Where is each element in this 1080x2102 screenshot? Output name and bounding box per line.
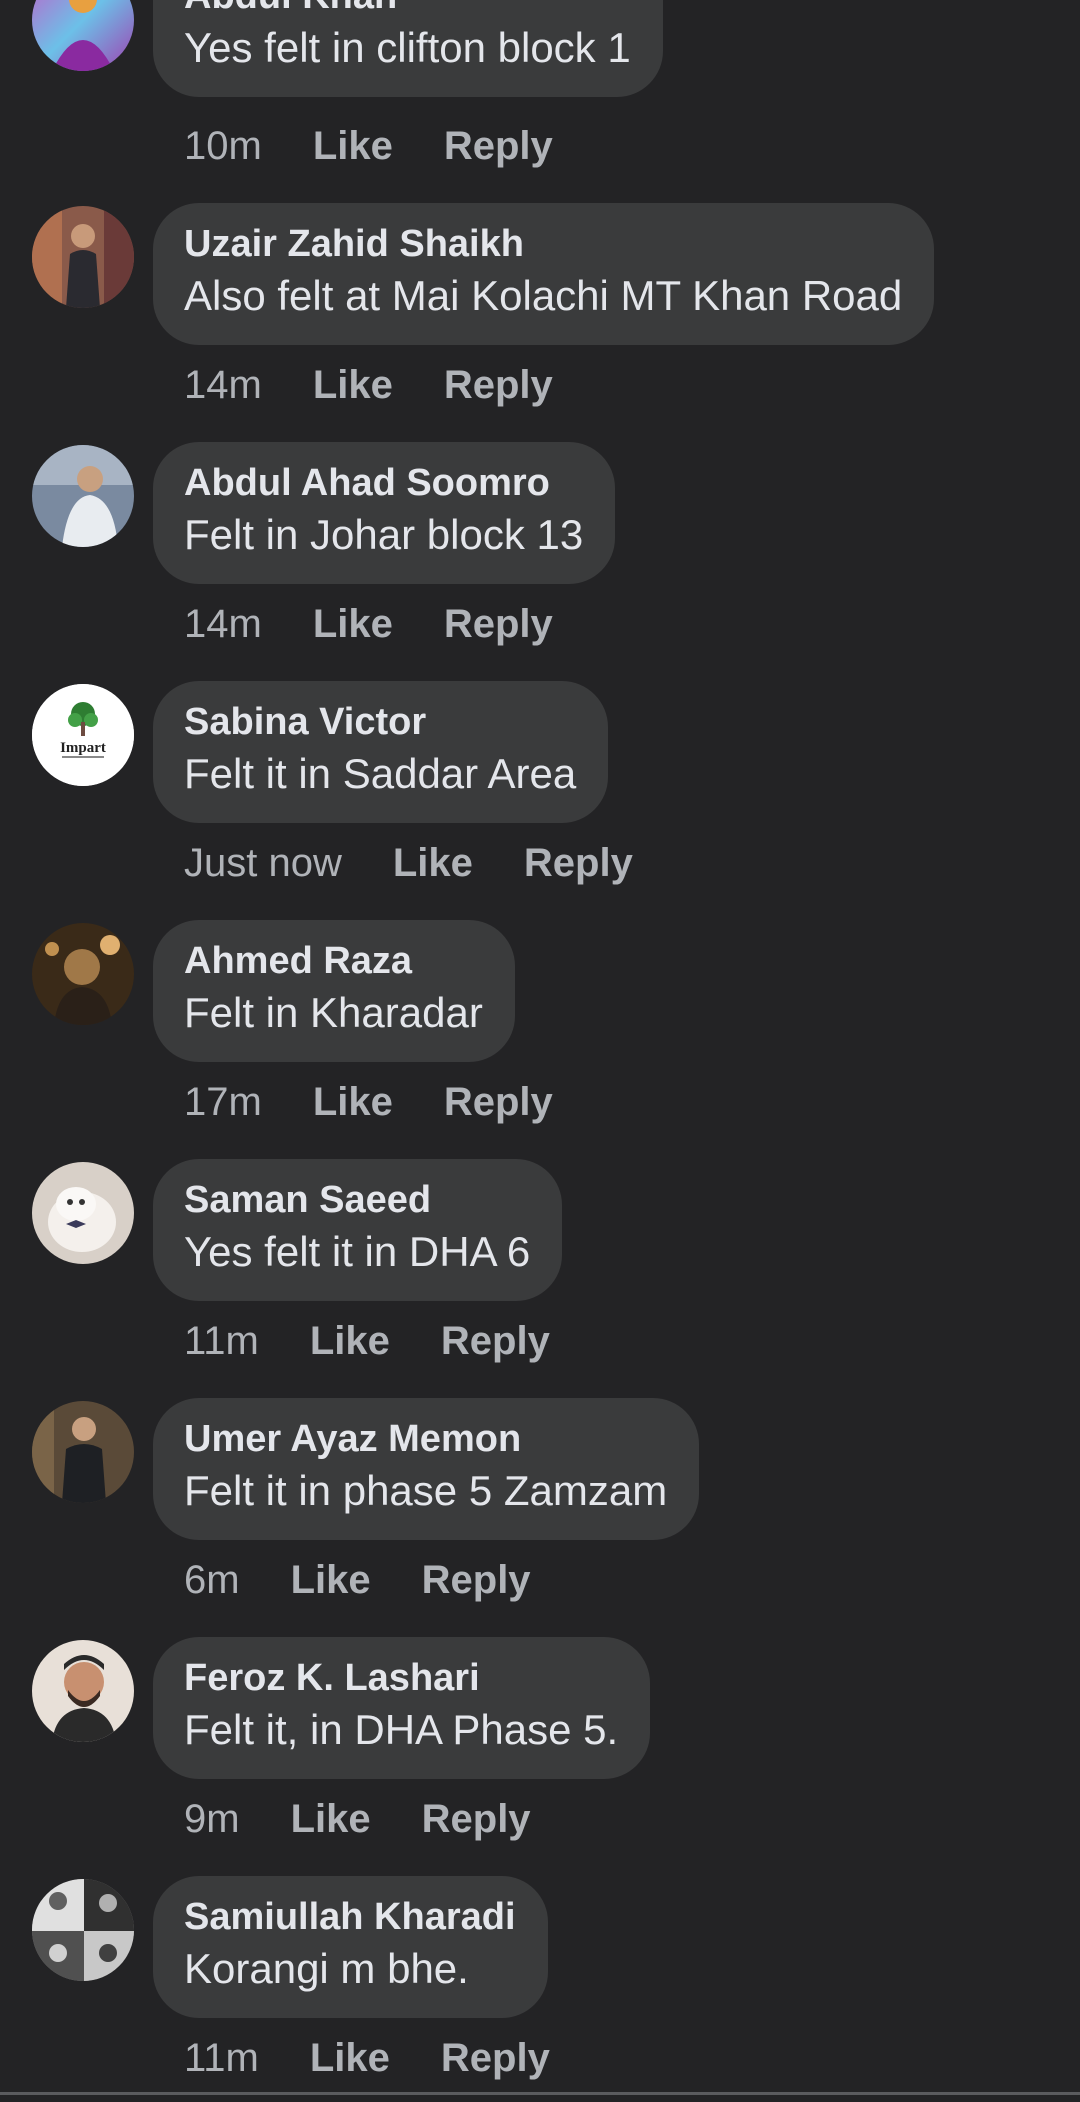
like-button[interactable]: Like <box>313 600 393 648</box>
comment-time[interactable]: 9m <box>184 1795 240 1843</box>
avatar[interactable] <box>32 0 134 71</box>
reply-button[interactable]: Reply <box>422 1556 531 1604</box>
comment-author[interactable]: Saman Saeed <box>184 1177 530 1223</box>
comment-actions: 11m Like Reply <box>184 2034 601 2082</box>
comment-actions: 10m Like Reply <box>184 122 604 170</box>
comment-author[interactable]: Feroz K. Lashari <box>184 1655 618 1701</box>
comment-author[interactable]: Umer Ayaz Memon <box>184 1416 667 1462</box>
comment-bubble[interactable]: Abdul Khan Yes felt in clifton block 1 <box>153 0 663 97</box>
comment-bubble[interactable]: Uzair Zahid Shaikh Also felt at Mai Kola… <box>153 203 935 345</box>
reply-button[interactable]: Reply <box>441 2034 550 2082</box>
comment-actions: 6m Like Reply <box>184 1556 582 1604</box>
avatar-person-dark-icon <box>32 923 134 1025</box>
comment-actions: 11m Like Reply <box>184 1317 601 1365</box>
reply-button[interactable]: Reply <box>441 1317 550 1365</box>
comment-time[interactable]: 6m <box>184 1556 240 1604</box>
comment-text: Felt it in Saddar Area <box>184 750 577 797</box>
comment-item: Samiullah Kharadi Korangi m bhe. 11m Like… <box>0 1872 1080 2102</box>
comment-author[interactable]: Sabina Victor <box>184 699 576 745</box>
comment-time[interactable]: 17m <box>184 1078 262 1126</box>
reply-button[interactable]: Reply <box>422 1795 531 1843</box>
comment-item: Abdul Ahad Soomro Felt in Johar block 13… <box>0 438 1080 668</box>
avatar[interactable] <box>32 1162 134 1264</box>
avatar-person-white-shirt-icon <box>32 445 134 547</box>
comment-text: Felt it, in DHA Phase 5. <box>184 1706 619 1753</box>
reply-button[interactable]: Reply <box>444 1078 553 1126</box>
comment-text: Yes felt it in DHA 6 <box>184 1228 531 1275</box>
logo-text: Impart <box>60 740 106 756</box>
avatar[interactable] <box>32 1879 134 1981</box>
comment-bubble[interactable]: Sabina Victor Felt it in Saddar Area <box>153 681 609 823</box>
like-button[interactable]: Like <box>313 1078 393 1126</box>
like-button[interactable]: Like <box>313 122 393 170</box>
comment-author[interactable]: Abdul Ahad Soomro <box>184 460 583 506</box>
comment-author[interactable]: Ahmed Raza <box>184 938 483 984</box>
comment-time[interactable]: Just now <box>184 839 342 887</box>
avatar-collage-bw-icon <box>32 1879 134 1981</box>
comment-time[interactable]: 10m <box>184 122 262 170</box>
like-button[interactable]: Like <box>313 361 393 409</box>
comment-bubble[interactable]: Umer Ayaz Memon Felt it in phase 5 Zamza… <box>153 1398 700 1540</box>
reply-button[interactable]: Reply <box>444 122 553 170</box>
like-button[interactable]: Like <box>310 2034 390 2082</box>
comment-bubble[interactable]: Ahmed Raza Felt in Kharadar <box>153 920 515 1062</box>
comment-item: Ahmed Raza Felt in Kharadar 17m Like Reply <box>0 916 1080 1146</box>
comment-text: Also felt at Mai Kolachi MT Khan Road <box>184 272 903 319</box>
like-button[interactable]: Like <box>393 839 473 887</box>
comment-item: Umer Ayaz Memon Felt it in phase 5 Zamza… <box>0 1394 1080 1624</box>
avatar-colorful-icon <box>32 0 134 71</box>
avatar-impart-logo-icon: Impart <box>32 684 134 786</box>
like-button[interactable]: Like <box>291 1556 371 1604</box>
comment-actions: 9m Like Reply <box>184 1795 582 1843</box>
avatar-white-cat-icon <box>32 1162 134 1264</box>
reply-button[interactable]: Reply <box>444 361 553 409</box>
avatar[interactable] <box>32 1640 134 1742</box>
comment-text: Felt in Johar block 13 <box>184 511 584 558</box>
avatar[interactable] <box>32 923 134 1025</box>
comment-actions: 17m Like Reply <box>184 1078 604 1126</box>
avatar[interactable] <box>32 206 134 308</box>
comment-author[interactable]: Samiullah Kharadi <box>184 1894 516 1940</box>
comment-bubble[interactable]: Feroz K. Lashari Felt it, in DHA Phase 5… <box>153 1637 651 1779</box>
comment-time[interactable]: 11m <box>184 1317 259 1365</box>
avatar[interactable] <box>32 445 134 547</box>
avatar[interactable]: Impart <box>32 684 134 786</box>
comment-text: Felt in Kharadar <box>184 989 483 1036</box>
comment-text: Korangi m bhe. <box>184 1945 469 1992</box>
comment-author[interactable]: Uzair Zahid Shaikh <box>184 221 902 267</box>
comment-bubble[interactable]: Samiullah Kharadi Korangi m bhe. <box>153 1876 548 2018</box>
comment-actions: 14m Like Reply <box>184 600 604 648</box>
comment-time[interactable]: 14m <box>184 600 262 648</box>
comment-item: Saman Saeed Yes felt it in DHA 6 11m Like… <box>0 1155 1080 1385</box>
comment-item: Feroz K. Lashari Felt it, in DHA Phase 5… <box>0 1633 1080 1863</box>
comment-bubble[interactable]: Abdul Ahad Soomro Felt in Johar block 13 <box>153 442 616 584</box>
avatar-person-suit-icon <box>32 1401 134 1503</box>
reply-button[interactable]: Reply <box>524 839 633 887</box>
comment-author[interactable]: Abdul Khan <box>184 0 631 19</box>
comment-item: Uzair Zahid Shaikh Also felt at Mai Kola… <box>0 199 1080 429</box>
avatar[interactable] <box>32 1401 134 1503</box>
avatar-person-beard-icon <box>32 1640 134 1742</box>
avatar-person-indoor-icon <box>32 206 134 308</box>
comment-item: Abdul Khan Yes felt in clifton block 1 1… <box>0 0 1080 190</box>
comment-time[interactable]: 14m <box>184 361 262 409</box>
comment-actions: 14m Like Reply <box>184 361 604 409</box>
comment-item: Impart Sabina Victor Felt it in Saddar A… <box>0 677 1080 907</box>
comment-text: Felt it in phase 5 Zamzam <box>184 1467 668 1514</box>
like-button[interactable]: Like <box>291 1795 371 1843</box>
comment-time[interactable]: 11m <box>184 2034 259 2082</box>
comment-bubble[interactable]: Saman Saeed Yes felt it in DHA 6 <box>153 1159 563 1301</box>
like-button[interactable]: Like <box>310 1317 390 1365</box>
comment-actions: Just now Like Reply <box>184 839 684 887</box>
comment-text: Yes felt in clifton block 1 <box>184 24 631 71</box>
reply-button[interactable]: Reply <box>444 600 553 648</box>
